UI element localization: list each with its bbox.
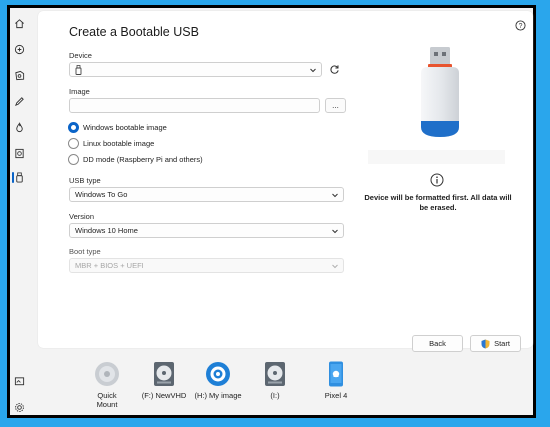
boot-type-value: MBR + BIOS + UEFI	[75, 261, 144, 270]
shield-icon	[481, 339, 490, 349]
back-button-label: Back	[429, 339, 446, 348]
device-label: Device	[69, 51, 92, 60]
sidebar	[10, 8, 29, 415]
android-phone-icon	[323, 361, 349, 387]
disc-image-icon	[205, 361, 231, 387]
chevron-down-icon	[310, 68, 316, 73]
usb-type-label: USB type	[69, 176, 101, 185]
start-button-label: Start	[494, 339, 510, 348]
usb-small-icon	[75, 64, 82, 75]
hard-drive-icon	[262, 361, 288, 387]
chevron-down-icon	[332, 193, 338, 198]
version-label: Version	[69, 212, 95, 221]
usb-type-value: Windows To Go	[75, 190, 128, 199]
home-icon[interactable]	[14, 18, 25, 29]
drive-pixel-4[interactable]: Pixel 4	[306, 361, 366, 400]
image-label: Image	[69, 87, 90, 96]
start-button[interactable]: Start	[470, 335, 521, 352]
radio-button[interactable]	[68, 154, 79, 165]
image-edit-icon[interactable]	[14, 376, 25, 387]
disc-icon	[94, 361, 120, 387]
radio-dd-mode[interactable]: DD mode (Raspberry Pi and others)	[68, 154, 203, 165]
help-icon[interactable]: ?	[515, 20, 526, 31]
boot-type-label: Boot type	[69, 247, 101, 256]
pen-icon[interactable]	[14, 96, 25, 107]
chevron-down-icon	[332, 264, 338, 269]
image-path-input[interactable]	[69, 98, 320, 113]
radio-button-checked[interactable]	[68, 122, 79, 133]
radio-linux-image[interactable]: Linux bootable image	[68, 138, 154, 149]
burn-flame-icon[interactable]	[14, 122, 25, 133]
drive-quick-mount[interactable]: Quick Mount	[77, 361, 137, 409]
chevron-down-icon	[332, 229, 338, 234]
browse-button[interactable]: ...	[325, 98, 346, 113]
settings-gear-icon[interactable]	[14, 402, 25, 413]
drive-newvhd[interactable]: (F:) NewVHD	[134, 361, 194, 400]
usb-type-select[interactable]: Windows To Go	[69, 187, 344, 202]
boot-type-select: MBR + BIOS + UEFI	[69, 258, 344, 273]
usb-drive-icon[interactable]	[14, 172, 25, 183]
version-select[interactable]: Windows 10 Home	[69, 223, 344, 238]
page-title: Create a Bootable USB	[69, 25, 199, 39]
drive-label: Quick Mount	[96, 391, 118, 409]
add-circle-icon[interactable]	[14, 44, 25, 55]
radio-label: Linux bootable image	[83, 139, 155, 148]
photo-disk-icon[interactable]	[14, 70, 25, 81]
drive-label: (H:) My image	[194, 391, 242, 400]
drive-label: (F:) NewVHD	[141, 391, 187, 400]
drive-label: (I:)	[270, 391, 280, 400]
svg-text:?: ?	[519, 23, 523, 30]
drive-label: Pixel 4	[324, 391, 348, 400]
main-panel: Create a Bootable USB ? Device Image ...…	[38, 11, 533, 352]
version-value: Windows 10 Home	[75, 226, 138, 235]
disk-image-icon[interactable]	[14, 148, 25, 159]
format-warning: Device will be formatted first. All data…	[364, 193, 512, 212]
usb-drive-illustration	[416, 45, 466, 140]
drives-bar: Quick Mount (F:) NewVHD (H:) My image (I…	[38, 353, 533, 413]
drive-my-image[interactable]: (H:) My image	[188, 361, 248, 400]
info-icon	[430, 173, 444, 187]
drive-i[interactable]: (I:)	[245, 361, 305, 400]
device-select[interactable]	[69, 62, 322, 77]
radio-button[interactable]	[68, 138, 79, 149]
back-button[interactable]: Back	[412, 335, 463, 352]
radio-label: DD mode (Raspberry Pi and others)	[83, 155, 203, 164]
app-window: Create a Bootable USB ? Device Image ...…	[7, 5, 536, 418]
hard-drive-icon	[151, 361, 177, 387]
device-info-placeholder	[368, 150, 505, 164]
refresh-icon[interactable]	[329, 64, 340, 75]
radio-windows-image[interactable]: Windows bootable image	[68, 122, 167, 133]
radio-label: Windows bootable image	[83, 123, 167, 132]
